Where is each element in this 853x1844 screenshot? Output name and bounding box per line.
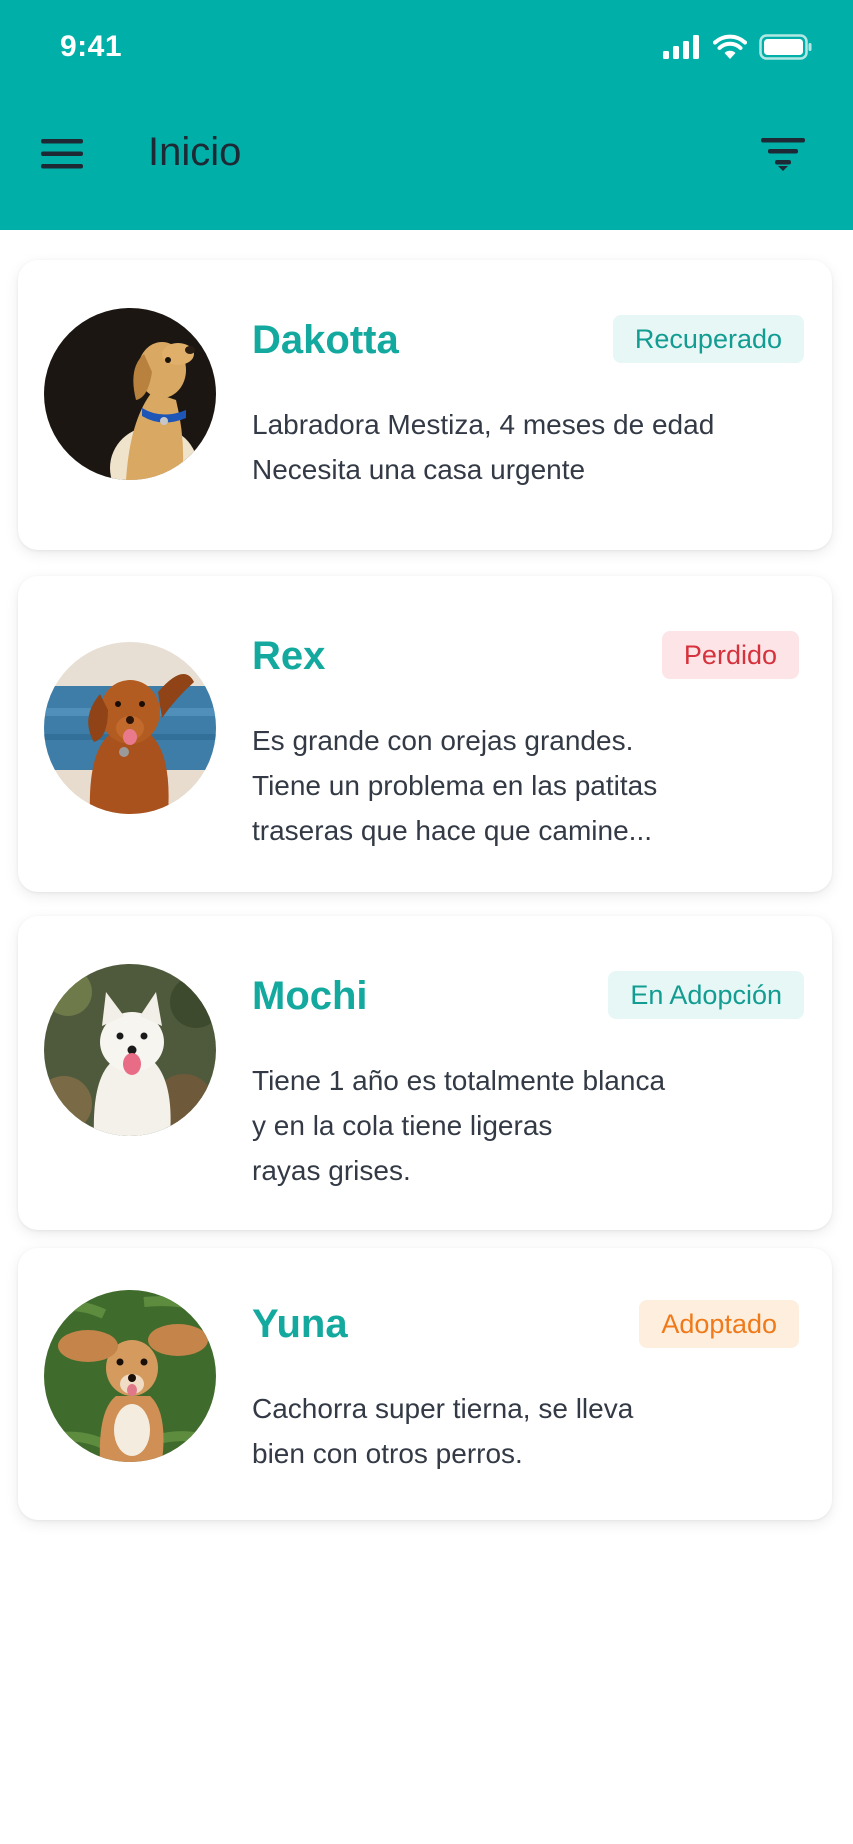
description-line: rayas grises. — [252, 1155, 411, 1186]
pet-avatar — [44, 308, 216, 480]
description-line: Tiene un problema en las patitas — [252, 770, 658, 801]
pet-card[interactable]: Dakotta Recuperado Labradora Mestiza, 4 … — [18, 260, 832, 550]
status-badge: Adoptado — [639, 1300, 799, 1348]
description-line: Necesita una casa urgente — [252, 454, 586, 485]
pet-description: Tiene 1 año es totalmente blanca y en la… — [252, 1058, 665, 1193]
dog-photo-icon — [44, 1290, 216, 1462]
dog-photo-icon — [44, 964, 216, 1136]
description-line: Labradora Mestiza, 4 meses de edad — [252, 409, 715, 440]
pet-card[interactable]: Yuna Adoptado Cachorra super tierna, se … — [18, 1248, 832, 1520]
pet-name: Rex — [252, 634, 326, 678]
battery-icon — [759, 34, 812, 60]
pet-description: Labradora Mestiza, 4 meses de edad Neces… — [252, 402, 714, 492]
description-line: Es grande con orejas grandes. — [252, 725, 634, 756]
pet-name: Mochi — [252, 974, 368, 1018]
pet-card[interactable]: Rex Perdido Es grande con orejas grandes… — [18, 576, 832, 892]
dog-photo-icon — [44, 642, 216, 814]
status-badge: Perdido — [661, 631, 799, 679]
app-bar: 9:41 Inicio — [0, 0, 853, 230]
description-line: Cachorra super tierna, se lleva — [252, 1393, 634, 1424]
hamburger-menu-icon — [41, 139, 83, 169]
description-line: traseras que hace que camine... — [252, 815, 653, 846]
pet-card[interactable]: Mochi En Adopción Tiene 1 año es totalme… — [18, 916, 832, 1230]
filter-icon — [761, 138, 805, 171]
status-time: 9:41 — [60, 30, 123, 63]
pet-name: Yuna — [252, 1302, 348, 1346]
dog-photo-icon — [44, 308, 216, 480]
status-badge: Recuperado — [612, 315, 804, 363]
filter-button[interactable] — [753, 126, 813, 182]
pet-avatar — [44, 642, 216, 814]
pet-avatar — [44, 964, 216, 1136]
menu-button[interactable] — [34, 126, 90, 182]
pet-name: Dakotta — [252, 318, 399, 362]
pet-description: Cachorra super tierna, se lleva bien con… — [252, 1386, 633, 1476]
status-icons — [663, 34, 813, 60]
status-badge: En Adopción — [608, 971, 804, 1019]
page-title: Inicio — [148, 130, 242, 174]
description-line: y en la cola tiene ligeras — [252, 1110, 553, 1141]
description-line: Tiene 1 año es totalmente blanca — [252, 1065, 666, 1096]
pet-avatar — [44, 1290, 216, 1462]
wifi-icon — [713, 34, 747, 59]
description-line: bien con otros perros. — [252, 1438, 523, 1469]
cellular-signal-icon — [663, 35, 699, 59]
pet-description: Es grande con orejas grandes. Tiene un p… — [252, 718, 657, 853]
